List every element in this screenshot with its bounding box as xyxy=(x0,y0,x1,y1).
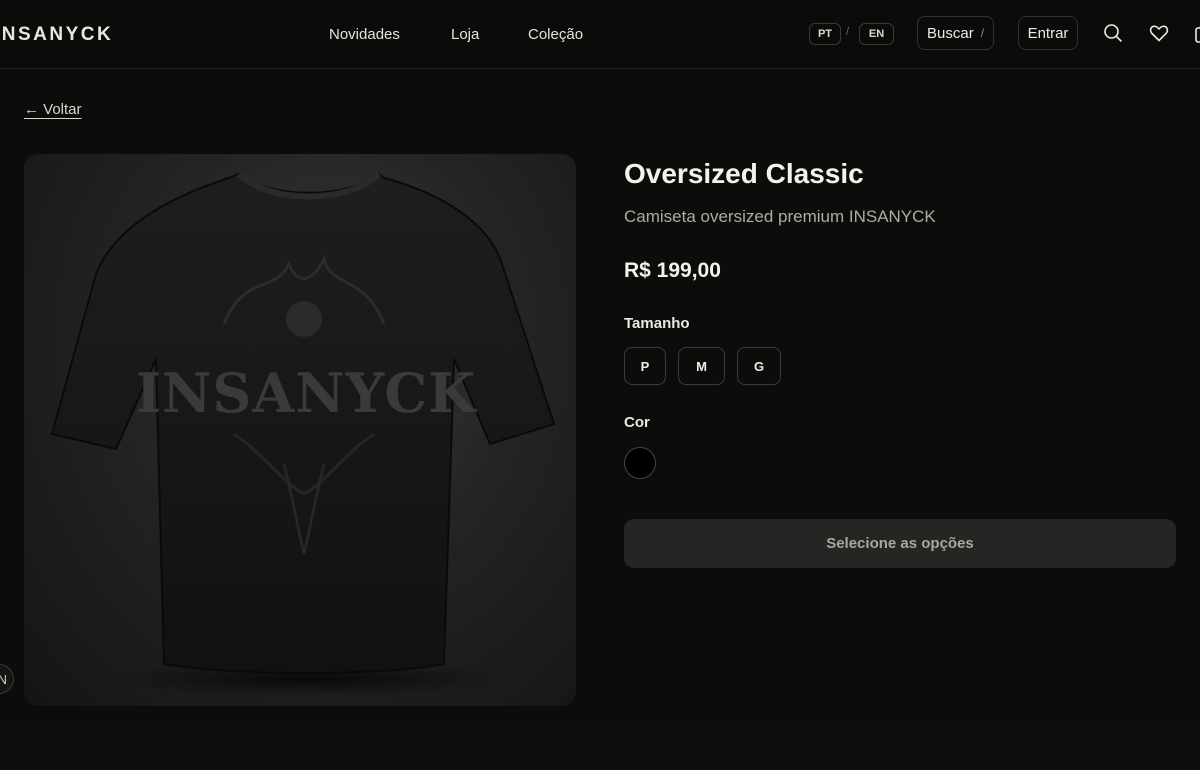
brand-logo[interactable]: INSANYCK xyxy=(0,24,113,46)
search-shortcut-hint: / xyxy=(980,26,985,40)
shirt-print-text: INSANYCK xyxy=(136,361,477,425)
search-button-label: Buscar xyxy=(927,24,974,42)
color-swatch-black[interactable] xyxy=(624,447,656,479)
product-description: Camiseta oversized premium INSANYCK xyxy=(624,207,936,226)
size-option-m[interactable]: M xyxy=(678,347,725,385)
select-options-button[interactable]: Selecione as opções xyxy=(624,519,1176,568)
bag-icon[interactable] xyxy=(1192,22,1200,44)
search-icon[interactable] xyxy=(1102,22,1124,44)
color-label: Cor xyxy=(624,414,650,431)
nav-item-colecao[interactable]: Coleção xyxy=(528,26,583,43)
login-button[interactable]: Entrar xyxy=(1018,16,1078,50)
nav-item-loja[interactable]: Loja xyxy=(451,26,479,43)
footer-band xyxy=(0,720,1200,770)
skull-graphic xyxy=(286,301,322,337)
size-option-p[interactable]: P xyxy=(624,347,666,385)
site-header: INSANYCK Novidades Loja Coleção PT / EN … xyxy=(0,0,1200,69)
lang-en-button[interactable]: EN xyxy=(859,23,894,45)
product-price: R$ 199,00 xyxy=(624,259,721,282)
size-label: Tamanho xyxy=(624,315,690,332)
product-image[interactable]: INSANYCK xyxy=(24,154,576,706)
size-option-g[interactable]: G xyxy=(737,347,781,385)
heart-icon[interactable] xyxy=(1148,22,1170,44)
back-link[interactable]: ← Voltar xyxy=(24,101,82,118)
lang-separator: / xyxy=(846,26,850,38)
tshirt-illustration: INSANYCK xyxy=(50,171,556,697)
lang-pt-button[interactable]: PT xyxy=(809,23,841,45)
search-button[interactable]: Buscar / xyxy=(917,16,994,50)
product-title: Oversized Classic xyxy=(624,158,864,189)
nav-item-novidades[interactable]: Novidades xyxy=(329,26,400,43)
